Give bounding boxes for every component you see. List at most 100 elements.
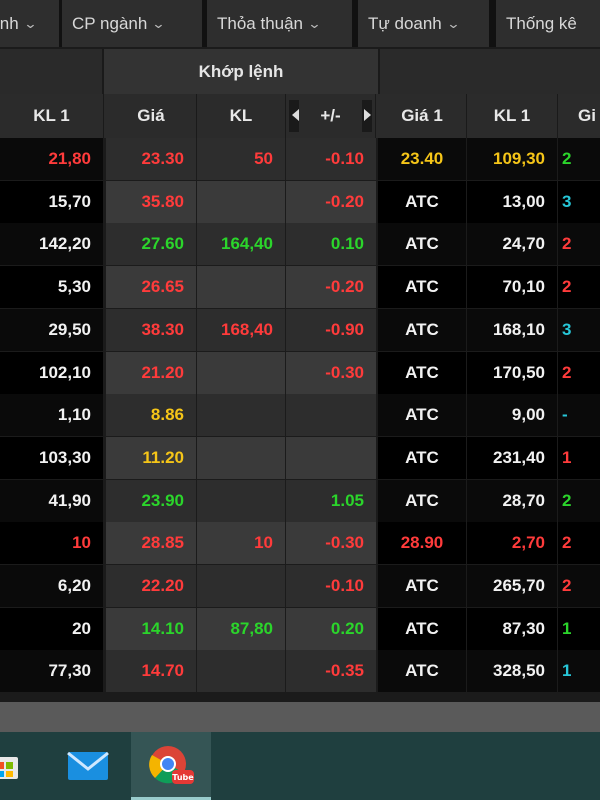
menu-item-thong-ke[interactable]: Thống kê [496, 0, 600, 47]
table-row[interactable]: 29,50 38.30 168,40 -0.90 ATC 168,10 3 [0, 308, 600, 352]
horizontal-scrollbar[interactable] [0, 702, 600, 732]
cell-gia1: ATC [378, 266, 466, 309]
cell-kl1: 5,30 [0, 266, 103, 309]
cell-plus-minus: -0.30 [286, 522, 376, 565]
table-row[interactable]: 15,70 35.80 -0.20 ATC 13,00 3 [0, 180, 600, 224]
menu-item-thoa-thuan[interactable]: Thỏa thuận ⌄ [207, 0, 353, 47]
cell-gia: 11.20 [106, 436, 196, 479]
cell-plus-minus: -0.10 [286, 565, 376, 607]
top-menu-bar: inh ⌄ CP ngành ⌄ Thỏa thuận ⌄ Tự doanh ⌄… [0, 0, 600, 47]
cell-gia1: ATC [378, 436, 466, 479]
cell-gia: 14.70 [106, 650, 196, 693]
cell-gia1: 28.90 [378, 522, 466, 565]
table-row[interactable]: 10 28.85 10 -0.30 28.90 2,70 2 [0, 522, 600, 565]
cell-gia: 8.86 [106, 394, 196, 437]
cell-kl1-buy: 265,70 [467, 565, 557, 607]
cell-gia: 38.30 [106, 308, 196, 351]
cell-kl1-buy: 109,30 [467, 138, 557, 180]
cell-kl1-buy: 2,70 [467, 522, 557, 565]
cell-kl [197, 565, 285, 607]
cell-kl: 87,80 [197, 607, 285, 650]
table-row[interactable]: 5,30 26.65 -0.20 ATC 70,10 2 [0, 266, 600, 309]
mail-icon[interactable] [48, 732, 128, 800]
group-header-row: Khớp lệnh [0, 49, 600, 94]
cell-gia: 28.85 [106, 522, 196, 565]
cell-plus-minus: 0.20 [286, 607, 376, 650]
cell-gia1: ATC [378, 607, 466, 650]
chrome-icon[interactable]: Tube [131, 732, 211, 800]
column-header-row: KL 1 Giá KL +/- Giá 1 KL 1 Gi [0, 94, 600, 138]
col-header-kl1[interactable]: KL 1 [0, 94, 104, 138]
cell-gi: - [558, 394, 600, 437]
cell-gi: 1 [558, 650, 600, 693]
menu-item-label: Tự doanh [368, 13, 442, 33]
chevron-down-icon: ⌄ [307, 15, 322, 31]
menu-item-tu-doanh[interactable]: Tự doanh ⌄ [358, 0, 490, 47]
cell-gia: 14.10 [106, 607, 196, 650]
col-header-kl[interactable]: KL [197, 94, 286, 138]
menu-item-label: Thỏa thuận [217, 13, 304, 33]
col-header-gia1[interactable]: Giá 1 [378, 94, 467, 138]
col-header-kl1-buy[interactable]: KL 1 [467, 94, 558, 138]
scroll-left-icon[interactable] [292, 109, 299, 121]
col-header-gi[interactable]: Gi [558, 94, 600, 138]
table-row[interactable]: 6,20 22.20 -0.10 ATC 265,70 2 [0, 565, 600, 608]
cell-kl: 10 [197, 522, 285, 565]
menu-item-inh[interactable]: inh ⌄ [0, 0, 60, 47]
cell-plus-minus: -0.20 [286, 266, 376, 309]
cell-gia: 26.65 [106, 266, 196, 309]
cell-gi: 3 [558, 308, 600, 351]
col-header-gia[interactable]: Giá [106, 94, 197, 138]
cell-gi: 2 [558, 522, 600, 565]
cell-kl1: 142,20 [0, 223, 103, 266]
cell-gia1: ATC [378, 650, 466, 693]
menu-item-label: Thống kê [506, 13, 577, 33]
cell-kl [197, 479, 285, 522]
cell-plus-minus [286, 436, 376, 479]
cell-kl1: 102,10 [0, 351, 103, 394]
group-cell-blank [378, 49, 600, 94]
scroll-right-icon[interactable] [364, 109, 371, 121]
cell-kl1: 103,30 [0, 436, 103, 479]
cell-kl1: 20 [0, 607, 103, 650]
cell-gia: 35.80 [106, 180, 196, 223]
cell-plus-minus: -0.35 [286, 650, 376, 693]
table-row[interactable]: 21,80 23.30 50 -0.10 23.40 109,30 2 [0, 138, 600, 181]
cell-gi: 3 [558, 180, 600, 223]
cell-kl: 168,40 [197, 308, 285, 351]
cell-gia1: ATC [378, 394, 466, 437]
table-row[interactable]: 142,20 27.60 164,40 0.10 ATC 24,70 2 [0, 223, 600, 266]
table-row[interactable]: 102,10 21.20 -0.30 ATC 170,50 2 [0, 351, 600, 395]
cell-kl1: 6,20 [0, 565, 103, 607]
menu-item-label: inh [0, 13, 19, 33]
cell-gi: 2 [558, 351, 600, 394]
table-row[interactable]: 103,30 11.20 ATC 231,40 1 [0, 436, 600, 480]
cell-plus-minus: -0.30 [286, 351, 376, 394]
cell-kl [197, 436, 285, 479]
cell-plus-minus [286, 394, 376, 437]
cell-kl1: 41,90 [0, 479, 103, 522]
cell-kl1-buy: 170,50 [467, 351, 557, 394]
cell-plus-minus: 0.10 [286, 223, 376, 266]
store-icon[interactable] [0, 732, 45, 800]
cell-gia1: ATC [378, 479, 466, 522]
menu-item-cp-nganh[interactable]: CP ngành ⌄ [62, 0, 203, 47]
cell-kl1: 10 [0, 522, 103, 565]
menu-item-label: CP ngành [72, 13, 148, 33]
cell-kl1: 21,80 [0, 138, 103, 180]
table-row[interactable]: 1,10 8.86 ATC 9,00- [0, 394, 600, 437]
cell-gia1: ATC [378, 351, 466, 394]
table-row[interactable]: 20 14.10 87,80 0.20 ATC 87,30 1 [0, 607, 600, 651]
group-khop-lenh: Khớp lệnh [106, 49, 376, 94]
cell-kl [197, 266, 285, 309]
cell-gia: 27.60 [106, 223, 196, 266]
cell-gi: 2 [558, 223, 600, 266]
cell-plus-minus: 1.05 [286, 479, 376, 522]
cell-gi: 2 [558, 266, 600, 309]
cell-gi: 1 [558, 436, 600, 479]
cell-gia: 23.90 [106, 479, 196, 522]
table-row[interactable]: 77,30 14.70 -0.35 ATC 328,50 1 [0, 650, 600, 693]
cell-gi: 2 [558, 565, 600, 607]
cell-gia1: 23.40 [378, 138, 466, 180]
table-row[interactable]: 41,90 23.90 1.05 ATC 28,70 2 [0, 479, 600, 523]
